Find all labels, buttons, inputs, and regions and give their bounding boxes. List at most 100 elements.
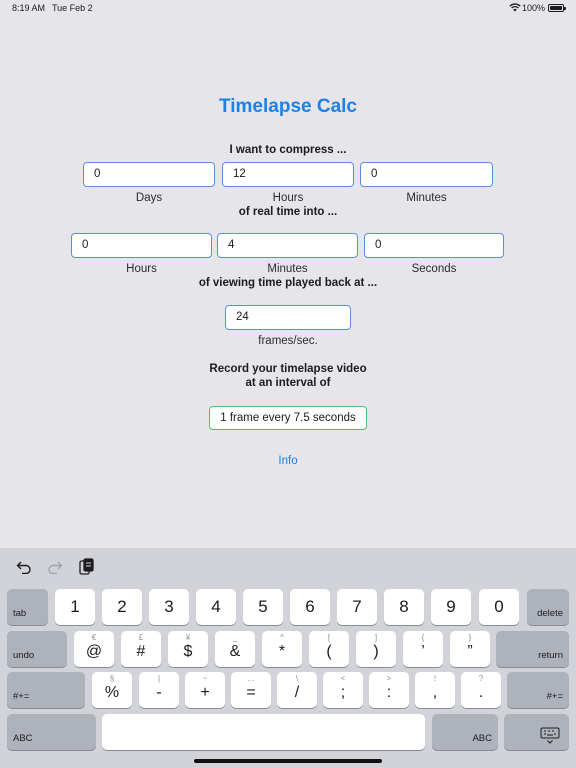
days-label: Days <box>135 192 163 204</box>
punct-key-1[interactable]: | - <box>139 672 179 708</box>
key-7[interactable]: 7 <box>337 589 377 625</box>
symbol-key-8[interactable]: }” <box>450 631 490 667</box>
key-label: $ <box>183 643 193 660</box>
undo-key[interactable]: undo <box>7 631 67 667</box>
punct-key-7[interactable]: !, <box>415 672 455 708</box>
frame-rate-unit-label: frames/sec. <box>258 335 318 347</box>
key-label: 1 <box>70 597 80 616</box>
hours-label: Hours <box>272 192 304 204</box>
key-label: # <box>136 643 146 660</box>
paste-icon[interactable] <box>79 558 94 575</box>
tab-key-label: tab <box>13 608 27 619</box>
punct-key-5[interactable]: <; <box>323 672 363 708</box>
record-heading-line1: Record your timelapse video <box>209 363 367 375</box>
symbol-key-3[interactable]: _ & <box>215 631 255 667</box>
symbol-key-5[interactable]: [( <box>309 631 349 667</box>
frame-rate-input[interactable]: 24 <box>225 305 351 330</box>
tab-key[interactable]: tab <box>7 589 48 625</box>
key-4[interactable]: 4 <box>196 589 236 625</box>
key-6[interactable]: 6 <box>290 589 330 625</box>
key-label: 0 <box>494 597 504 616</box>
key-alt-label: ] <box>374 633 378 642</box>
key-label: : <box>386 684 392 701</box>
punct-key-4[interactable]: \ / <box>277 672 317 708</box>
key-3[interactable]: 3 <box>149 589 189 625</box>
key-alt-label: ¥ <box>185 633 191 642</box>
key-label: % <box>104 684 120 701</box>
key-alt-label: ! <box>433 674 437 683</box>
key-0[interactable]: 0 <box>479 589 519 625</box>
view-hours-input[interactable]: 0 <box>71 233 212 258</box>
key-label: 3 <box>164 597 174 616</box>
symbol-key-0[interactable]: € @ <box>74 631 114 667</box>
key-alt-label: € <box>91 633 97 642</box>
view-minutes-input[interactable]: 4 <box>217 233 358 258</box>
key-label: ( <box>326 643 332 660</box>
key-label: @ <box>85 643 103 660</box>
return-key[interactable]: return <box>496 631 569 667</box>
delete-key[interactable]: delete <box>527 589 569 625</box>
home-indicator <box>194 759 382 763</box>
keyboard-dismiss-icon <box>540 727 560 744</box>
key-2[interactable]: 2 <box>102 589 142 625</box>
undo-key-label: undo <box>13 650 35 661</box>
punct-key-6[interactable]: >: <box>369 672 409 708</box>
punct-key-3[interactable]: … = <box>231 672 271 708</box>
info-link[interactable]: Info <box>0 455 576 467</box>
key-8[interactable]: 8 <box>384 589 424 625</box>
battery-icon <box>548 4 566 12</box>
real-hours-input[interactable]: 12 <box>222 162 354 187</box>
symbol-key-2[interactable]: ¥ $ <box>168 631 208 667</box>
abc-right-key[interactable]: ABC <box>432 714 498 750</box>
return-key-label: return <box>538 650 563 661</box>
key-label: ” <box>467 643 473 660</box>
key-label: 8 <box>399 597 409 616</box>
key-alt-label: [ <box>327 633 331 642</box>
key-label: 7 <box>352 597 362 616</box>
record-heading-line2: at an interval of <box>245 377 331 389</box>
key-label: ) <box>373 643 379 660</box>
keyboard: tab 1234567890 delete undo € @ £ # ¥ $ _ & ^ *[(]… <box>0 548 576 768</box>
punct-key-8[interactable]: ?. <box>461 672 501 708</box>
minutes-label: Minutes <box>406 192 447 204</box>
key-alt-label: ^ <box>280 633 284 642</box>
key-alt-label: ~ <box>202 674 208 683</box>
space-key[interactable] <box>102 714 425 750</box>
key-5[interactable]: 5 <box>243 589 283 625</box>
status-date: Tue Feb 2 <box>52 3 93 13</box>
punct-key-2[interactable]: ~ + <box>185 672 225 708</box>
key-alt-label: _ <box>232 633 238 642</box>
view-hours-label: Hours <box>126 263 157 275</box>
redo-icon[interactable] <box>47 560 63 574</box>
dismiss-keyboard-key[interactable] <box>504 714 569 750</box>
key-alt-label: ? <box>478 674 484 683</box>
key-1[interactable]: 1 <box>55 589 95 625</box>
key-alt-label: } <box>468 633 472 642</box>
symbol-key-7[interactable]: {’ <box>403 631 443 667</box>
playback-heading: of viewing time played back at ... <box>198 277 378 289</box>
real-minutes-input[interactable]: 0 <box>360 162 493 187</box>
battery-percent: 100% <box>522 3 546 13</box>
undo-icon[interactable] <box>16 560 32 574</box>
abc-left-key[interactable]: ABC <box>7 714 96 750</box>
interval-result: 1 frame every 7.5 seconds <box>209 406 367 430</box>
view-minutes-label: Minutes <box>267 263 308 275</box>
key-9[interactable]: 9 <box>431 589 471 625</box>
real-days-input[interactable]: 0 <box>83 162 215 187</box>
key-label: ’ <box>421 643 425 660</box>
symbols-left-key[interactable]: #+= <box>7 672 85 708</box>
view-seconds-input[interactable]: 0 <box>364 233 504 258</box>
key-alt-label: … <box>247 674 255 683</box>
delete-key-label: delete <box>537 608 563 619</box>
punct-key-0[interactable]: §% <box>92 672 132 708</box>
compress-heading: I want to compress ... <box>229 144 347 156</box>
key-label: 2 <box>117 597 127 616</box>
key-alt-label: £ <box>138 633 144 642</box>
symbol-key-1[interactable]: £ # <box>121 631 161 667</box>
symbol-key-6[interactable]: ]) <box>356 631 396 667</box>
symbols-right-key[interactable]: #+= <box>507 672 569 708</box>
symbol-key-4[interactable]: ^ * <box>262 631 302 667</box>
abc-left-key-label: ABC <box>13 733 33 744</box>
key-alt-label: > <box>386 674 392 683</box>
key-label: . <box>478 684 484 701</box>
